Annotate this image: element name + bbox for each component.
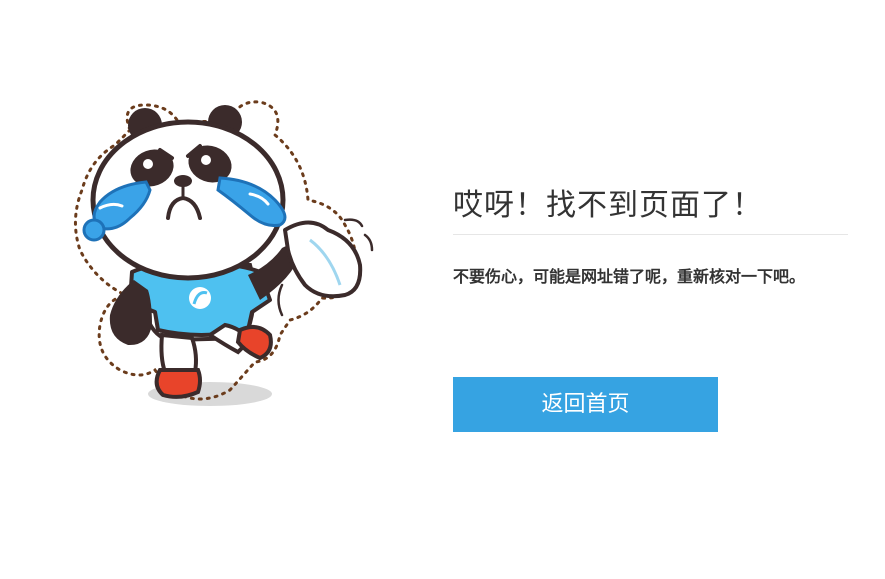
crying-panda-illustration [74, 100, 374, 406]
panda-left-shoe [154, 368, 202, 399]
error-content: 哎呀！找不到页面了！ 不要伤心，可能是网址错了呢，重新核对一下吧。 返回首页 [453, 186, 848, 432]
error-message: 不要伤心，可能是网址错了呢，重新核对一下吧。 [453, 267, 806, 286]
back-to-home-button[interactable]: 返回首页 [453, 377, 718, 432]
shirt-logo-icon [189, 287, 211, 309]
panda-right-shoe [235, 324, 273, 361]
page-title: 哎呀！找不到页面了！ [453, 186, 848, 235]
error-page: 哎呀！找不到页面了！ 不要伤心，可能是网址错了呢，重新核对一下吧。 返回首页 [0, 0, 885, 579]
